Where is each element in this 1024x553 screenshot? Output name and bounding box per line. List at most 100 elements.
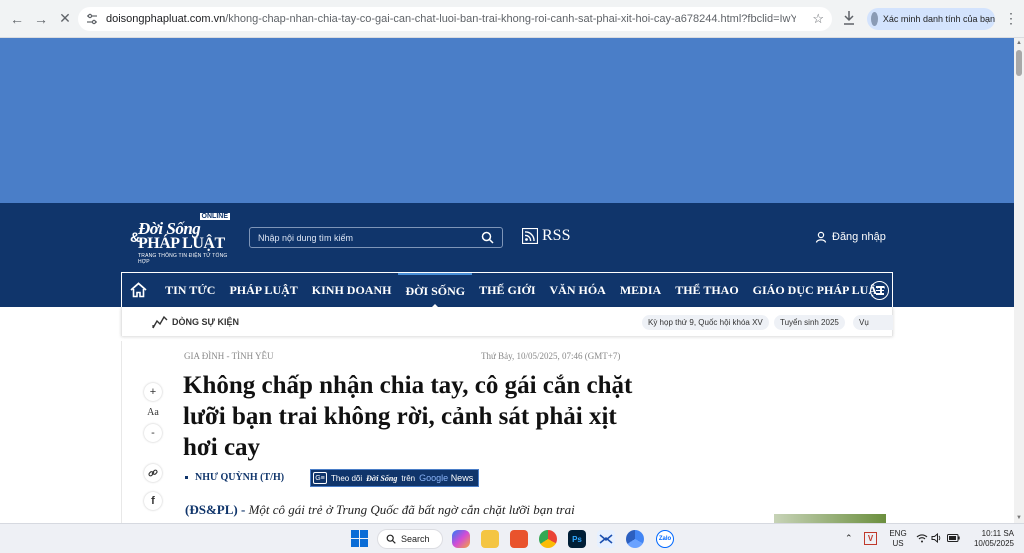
nav-item-the-thao[interactable]: THỂ THAO [668,273,745,308]
taskbar: Search Ps Zalo ⌃ V ENG US 10:11 SA 10/05/2… [0,523,1024,553]
logo-line2: PHÁP LUẬT [138,235,225,252]
news-word: News [450,473,474,483]
hamburger-menu-icon[interactable] [870,281,889,300]
stop-icon[interactable]: ✕ [54,8,76,30]
sidebar-thumbnail[interactable] [774,514,886,523]
profile-button[interactable]: Xác minh danh tính của bạn [867,8,995,30]
taskbar-search[interactable]: Search [377,529,443,549]
browser-menu-icon[interactable]: ⋮ [1004,11,1018,25]
copilot-icon[interactable] [452,530,470,548]
zalo-icon[interactable]: Zalo [656,530,674,548]
chrome-profile-icon[interactable] [626,530,644,548]
trend-icon [152,315,168,328]
nav-item-the-gioi[interactable]: THẾ GIỚI [472,273,542,308]
lang-region: US [892,539,904,548]
events-title[interactable]: DÒNG SỰ KIỆN [152,315,239,329]
nav-item-tin-tuc[interactable]: TIN TỨC [158,273,222,308]
article: GIA ĐÌNH - TÌNH YÊU Thứ Bảy, 10/05/2025,… [121,341,893,523]
font-decrease-button[interactable]: - [144,424,162,442]
article-headline: Không chấp nhận chia tay, cô gái cắn chặ… [183,372,633,461]
login-link[interactable]: Đăng nhập [815,231,886,243]
rss-label: RSS [542,227,571,244]
url-path: /khong-chap-nhan-chia-tay-co-gai-can-cha… [225,13,796,25]
clock-date: 10/05/2025 [973,539,1014,548]
google-news-follow-button[interactable]: G≡ Theo dõi Đời Sống trên Google News [310,469,480,487]
user-icon [815,231,827,243]
google-news-icon: G≡ [313,472,327,484]
clock-time: 10:11 SA [981,529,1014,538]
events-bar: DÒNG SỰ KIỆN Kỳ họp thứ 9, Quốc hội khóa… [121,307,893,336]
event-chip[interactable]: Kỳ họp thứ 9, Quốc hội khóa XV [642,315,769,330]
capcut-icon[interactable] [597,530,615,548]
download-icon[interactable] [842,10,856,26]
battery-icon[interactable] [947,534,960,542]
article-lead: (ĐS&PL) - Một cô gái trẻ ở Trung Quốc đã… [185,502,645,518]
site-search-box [249,227,503,248]
facebook-share-icon[interactable]: f [144,492,162,510]
nav-item-van-hoa[interactable]: VĂN HÓA [543,273,613,308]
url-text[interactable]: doisongphapluat.com.vn/khong-chap-nhan-c… [106,13,796,25]
article-tools: + Aa - f [144,383,162,514]
search-input[interactable] [258,230,468,246]
address-bar[interactable]: doisongphapluat.com.vn/khong-chap-nhan-c… [78,7,832,31]
search-icon[interactable] [481,231,494,244]
rss-link[interactable]: RSS [522,227,570,245]
google-word: Google [419,473,449,483]
lang-code: ENG [889,529,907,538]
event-chip[interactable]: Tuyển sinh 2025 [774,315,845,330]
windows-start-icon[interactable] [351,530,368,547]
page-scrollbar[interactable]: ▲ ▼ [1014,38,1024,523]
profile-label: Xác minh danh tính của bạn [882,14,995,24]
follow-site-logo: Đời Sống [366,473,398,483]
site-header: ONLINE & Đời Sống PHÁP LUẬT TRANG THÔNG … [0,203,1014,308]
advertisement-banner[interactable] [0,38,1014,203]
copy-link-icon[interactable] [144,464,162,482]
home-icon[interactable] [122,273,154,308]
forward-icon[interactable]: → [30,8,52,30]
wifi-icon[interactable] [916,533,928,543]
scroll-up-arrow-icon[interactable]: ▲ [1016,40,1022,46]
logo-online-badge: ONLINE [199,213,230,220]
login-label: Đăng nhập [832,231,886,243]
lead-dash: - [237,502,249,517]
input-language[interactable]: ENG US [889,529,907,549]
file-explorer-icon[interactable] [481,530,499,548]
site-settings-icon[interactable] [86,13,98,25]
site-logo[interactable]: ONLINE & Đời Sống PHÁP LUẬT TRANG THÔNG … [130,213,232,265]
rss-icon [522,228,538,244]
google-news-label: Google News [419,473,473,483]
event-chip[interactable]: Vụ [853,315,893,330]
tray-overflow-icon[interactable]: ⌃ [845,533,853,544]
follow-mid: trên [401,473,416,483]
logo-tagline: TRANG THÔNG TIN ĐIỆN TỬ TỔNG HỢP [138,253,228,265]
chrome-icon[interactable] [539,530,557,548]
antivirus-icon[interactable]: V [864,532,877,545]
nav-item-kinh-doanh[interactable]: KINH DOANH [305,273,399,308]
font-increase-button[interactable]: + [144,383,162,401]
back-icon[interactable]: ← [6,8,28,30]
search-icon [386,534,396,544]
url-host: doisongphapluat.com.vn [106,13,226,25]
font-size-label: Aa [147,407,159,418]
system-clock[interactable]: 10:11 SA 10/05/2025 [970,529,1014,549]
taskbar-search-label: Search [401,534,430,544]
scrollbar-thumb[interactable] [1016,50,1022,76]
lead-source: (ĐS&PL) [185,502,238,517]
follow-prefix: Theo dõi [331,473,363,483]
scroll-down-arrow-icon[interactable]: ▼ [1016,515,1022,521]
photoshop-icon[interactable]: Ps [568,530,586,548]
volume-icon[interactable] [931,533,942,543]
article-author[interactable]: NHƯ QUỲNH (T/H) [185,472,284,483]
lead-text: Một cô gái trẻ ở Trung Quốc đã bất ngờ c… [248,502,575,517]
bookmark-star-icon[interactable]: ☆ [812,11,824,27]
nav-item-phap-luat[interactable]: PHÁP LUẬT [222,273,304,308]
office-icon[interactable] [510,530,528,548]
events-title-label: DÒNG SỰ KIỆN [172,316,239,327]
article-category[interactable]: GIA ĐÌNH - TÌNH YÊU [184,351,274,361]
avatar [871,12,878,26]
article-date: Thứ Bảy, 10/05/2025, 07:46 (GMT+7) [481,351,621,361]
nav-item-doi-song[interactable]: ĐỜI SỐNG [398,272,473,308]
nav-item-media[interactable]: MEDIA [613,273,668,308]
page-viewport: ONLINE & Đời Sống PHÁP LUẬT TRANG THÔNG … [0,38,1014,523]
main-navigation: TIN TỨC PHÁP LUẬT KINH DOANH ĐỜI SỐNG TH… [121,272,893,308]
